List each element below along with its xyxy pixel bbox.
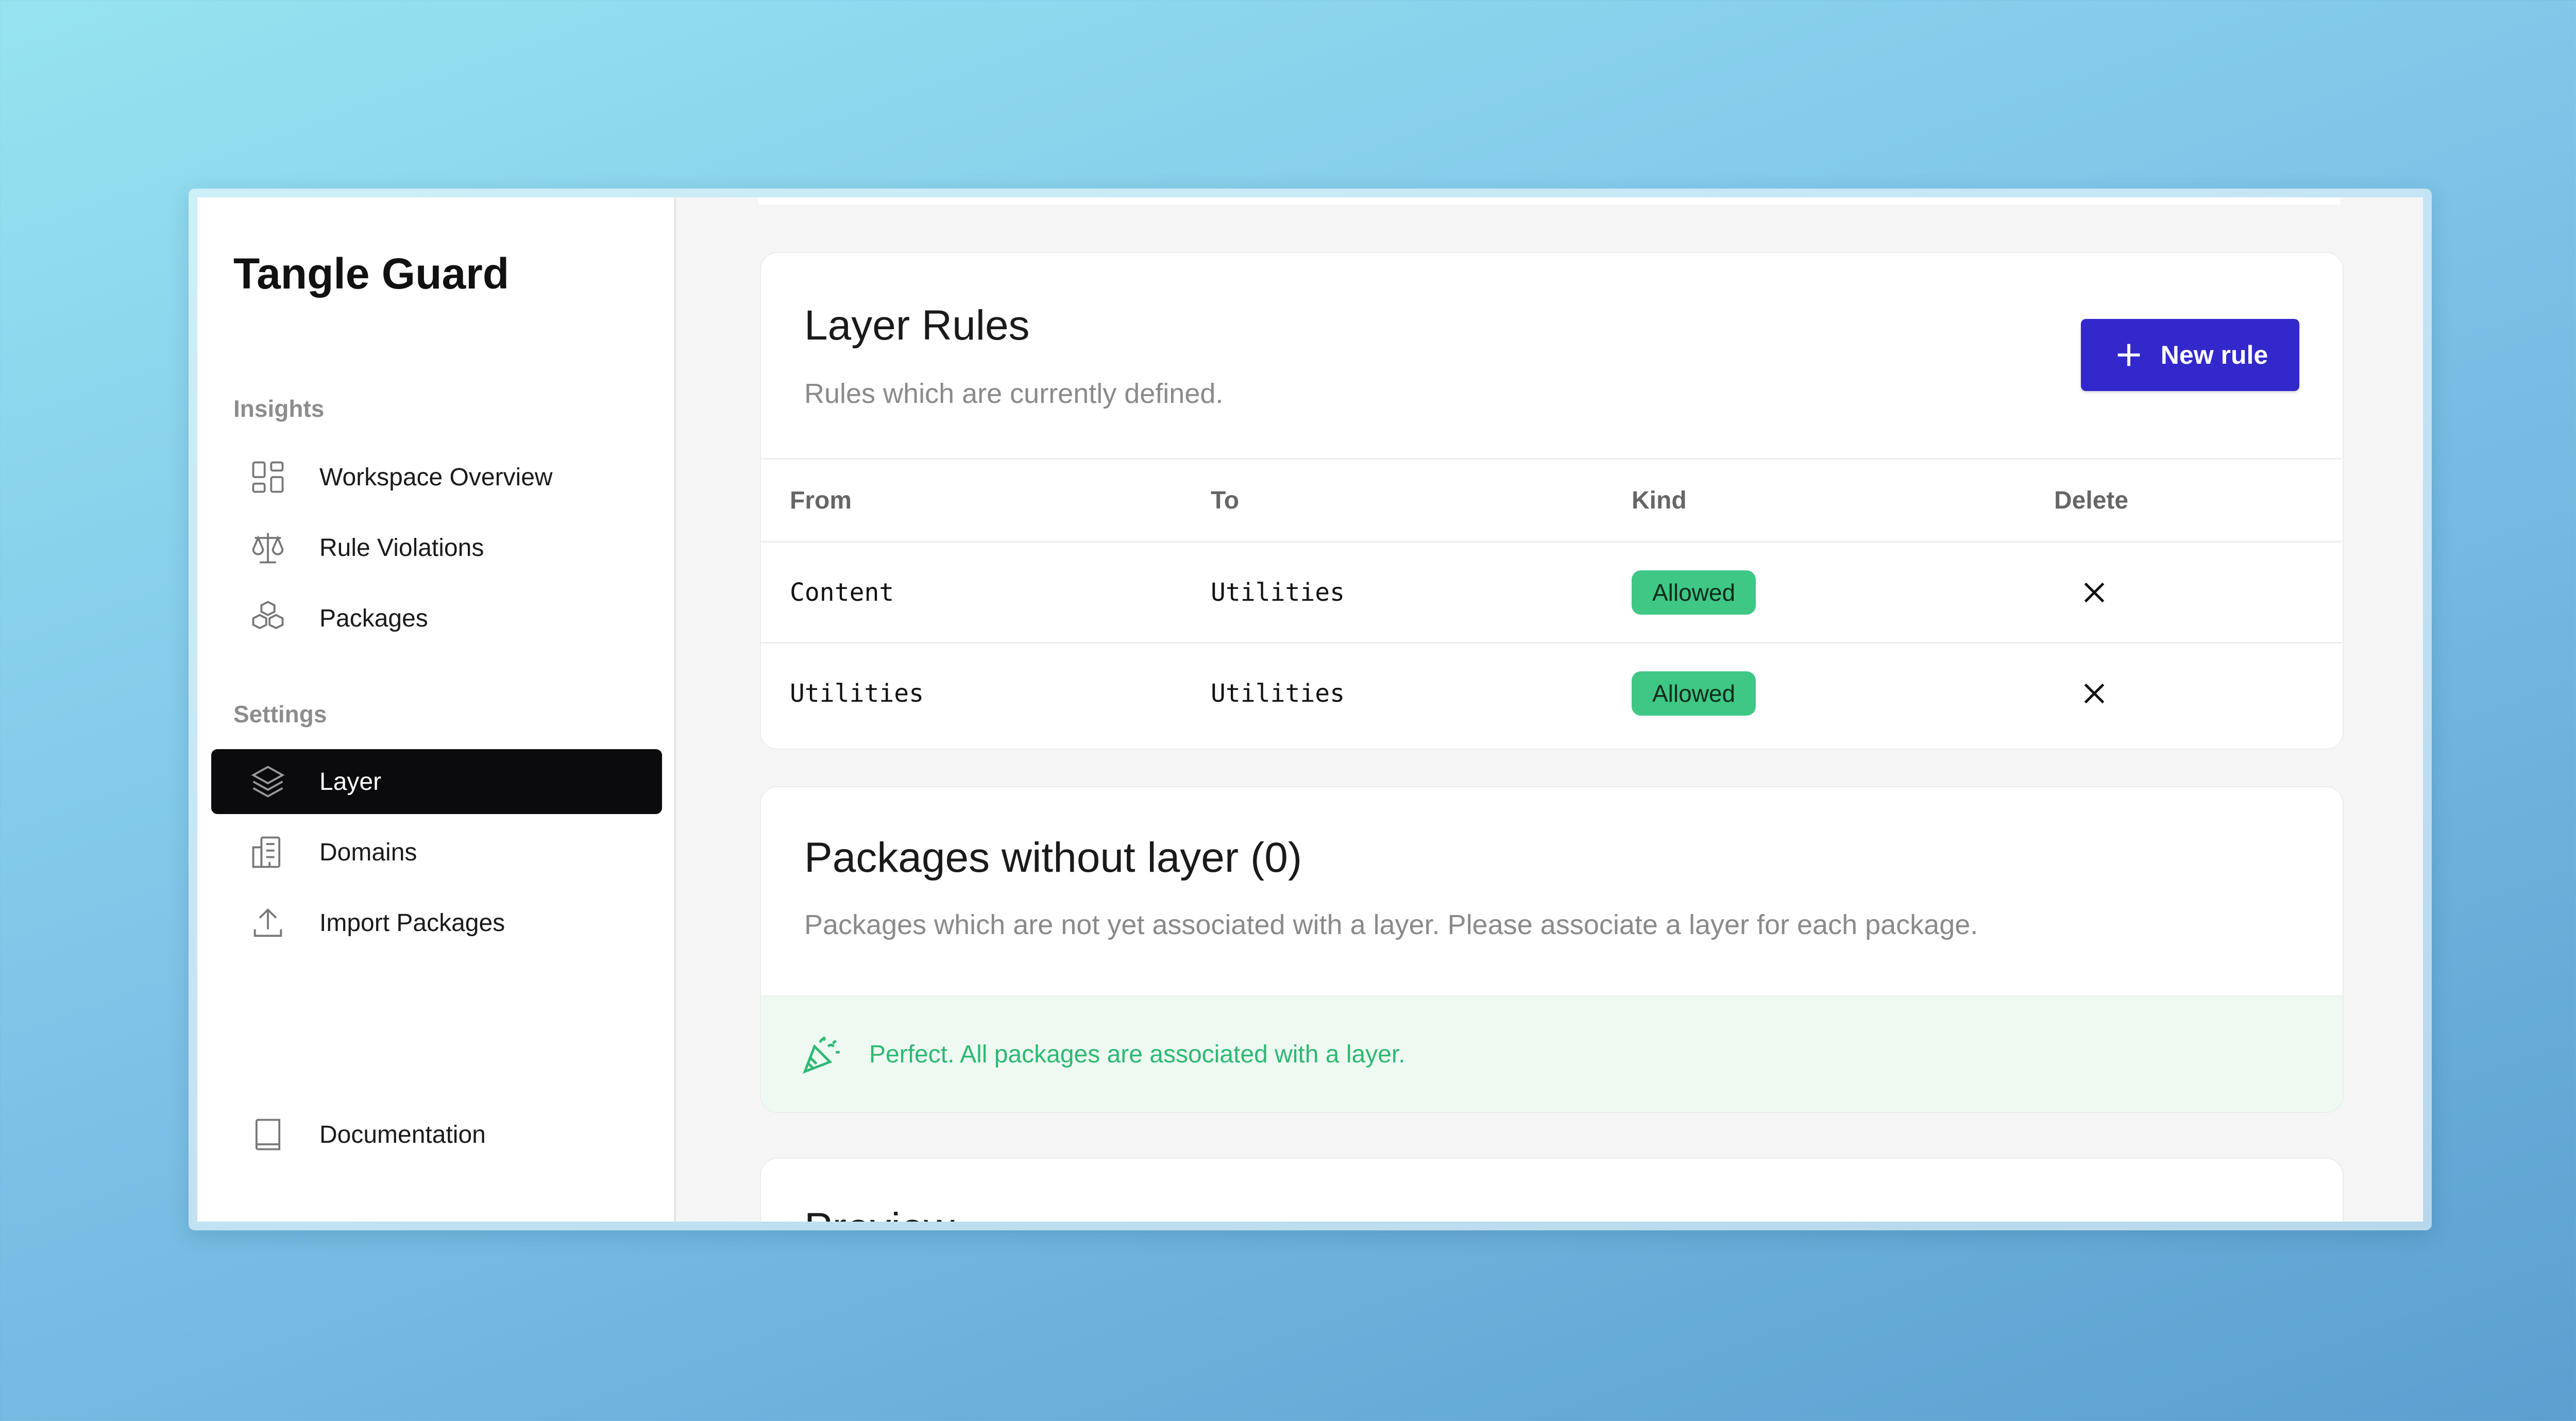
party-popper-icon <box>803 1037 840 1074</box>
sidebar-item-label: Packages <box>319 604 428 632</box>
column-header-from: From <box>790 486 852 514</box>
rule-from: Content <box>790 578 894 607</box>
sidebar-item-label: Domains <box>319 838 417 866</box>
kind-badge: Allowed <box>1632 671 1756 716</box>
layer-rules-title: Layer Rules <box>804 302 1030 349</box>
layer-rules-subtitle: Rules which are currently defined. <box>804 378 1224 409</box>
plus-icon <box>2117 344 2140 366</box>
app-window: Tangle Guard Insights Workspace Overview… <box>197 197 2423 1222</box>
settings-section-label: Settings <box>233 701 327 728</box>
sidebar-item-label: Workspace Overview <box>319 463 553 491</box>
main-content: Layer Rules Rules which are currently de… <box>676 197 2423 1222</box>
layers-icon <box>248 762 287 801</box>
table-header: From To Kind Delete <box>761 458 2343 543</box>
sidebar-item-workspace-overview[interactable]: Workspace Overview <box>211 445 662 510</box>
rule-kind: Allowed <box>1632 570 1756 615</box>
rule-to: Utilities <box>1211 578 1345 607</box>
cubes-icon <box>248 599 287 638</box>
sidebar-item-layer[interactable]: Layer <box>211 749 662 814</box>
grid-icon <box>248 458 287 497</box>
column-header-kind: Kind <box>1632 486 1687 514</box>
delete-rule-button[interactable] <box>2048 572 2115 613</box>
book-icon <box>248 1115 287 1154</box>
close-icon <box>2084 683 2105 703</box>
column-header-delete: Delete <box>2054 486 2129 514</box>
table-row: Utilities Utilities Allowed <box>761 644 2343 743</box>
sidebar-item-label: Import Packages <box>319 909 505 937</box>
new-rule-label: New rule <box>2160 341 2268 369</box>
table-row: Content Utilities Allowed <box>761 543 2343 644</box>
new-rule-button[interactable]: New rule <box>2081 319 2299 391</box>
sidebar-item-import-packages[interactable]: Import Packages <box>211 890 662 955</box>
rules-table: From To Kind Delete Content Utilities Al… <box>761 458 2343 743</box>
upload-icon <box>248 903 287 942</box>
previous-card-edge <box>758 197 2341 205</box>
layer-rules-card: Layer Rules Rules which are currently de… <box>760 252 2344 750</box>
sidebar: Tangle Guard Insights Workspace Overview… <box>197 197 676 1222</box>
close-icon <box>2084 582 2105 602</box>
column-header-to: To <box>1211 486 1240 514</box>
preview-title: Preview <box>804 1204 955 1222</box>
sidebar-item-domains[interactable]: Domains <box>211 820 662 885</box>
scale-icon <box>248 528 287 567</box>
insights-section-label: Insights <box>233 395 325 422</box>
sidebar-item-label: Rule Violations <box>319 534 484 562</box>
app-title: Tangle Guard <box>233 249 510 298</box>
success-banner: Perfect. All packages are associated wit… <box>761 995 2343 1112</box>
sidebar-item-label: Documentation <box>319 1121 486 1148</box>
delete-rule-button[interactable] <box>2048 673 2115 714</box>
sidebar-item-label: Layer <box>319 768 382 796</box>
sidebar-item-packages[interactable]: Packages <box>211 586 662 651</box>
packages-without-layer-card: Packages without layer (0) Packages whic… <box>760 786 2344 1113</box>
buildings-icon <box>248 833 287 872</box>
sidebar-item-documentation[interactable]: Documentation <box>211 1102 662 1167</box>
rule-from: Utilities <box>790 679 924 708</box>
rule-to: Utilities <box>1211 679 1345 708</box>
kind-badge: Allowed <box>1632 570 1756 615</box>
sidebar-item-rule-violations[interactable]: Rule Violations <box>211 515 662 580</box>
success-message: Perfect. All packages are associated wit… <box>869 1040 1405 1068</box>
preview-card: Preview <box>760 1158 2344 1222</box>
rule-kind: Allowed <box>1632 671 1756 716</box>
packages-without-layer-subtitle: Packages which are not yet associated wi… <box>804 909 1978 940</box>
packages-without-layer-title: Packages without layer (0) <box>804 834 1302 881</box>
